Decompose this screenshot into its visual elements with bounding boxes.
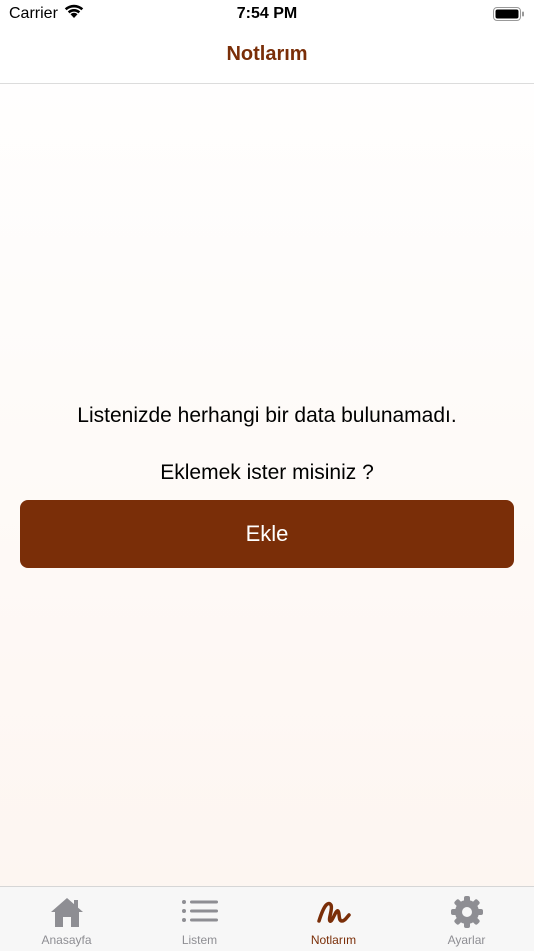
status-time: 7:54 PM [236,5,298,22]
tab-ayarlar[interactable]: Ayarlar [400,887,533,951]
gear-icon [400,895,533,929]
tab-label: Notlarım [310,933,357,947]
navigation-bar: Notlarım [0,30,534,84]
page-title: Notlarım [226,43,308,65]
house-icon [0,895,133,929]
tab-anasayfa[interactable]: Anasayfa [0,887,133,951]
tab-label: Anasayfa [41,933,92,947]
tab-listem[interactable]: Listem [133,887,266,951]
tab-label: Ayarlar [447,933,486,947]
empty-state-message: Listenizde herhangi bir data bulunamadı. [77,404,457,427]
tab-notlarim[interactable]: Notlarım [267,887,400,951]
scribble-icon [267,895,400,929]
status-bar: Carrier 7:54 PM [0,0,534,30]
add-prompt: Eklemek ister misiniz ? [160,461,374,484]
add-button[interactable]: Ekle [20,500,514,568]
tab-label: Listem [181,933,218,947]
tab-bar: Anasayfa Listem Notlarım Ayarlar [0,886,534,951]
battery-icon [493,6,525,27]
list-icon [133,895,266,929]
